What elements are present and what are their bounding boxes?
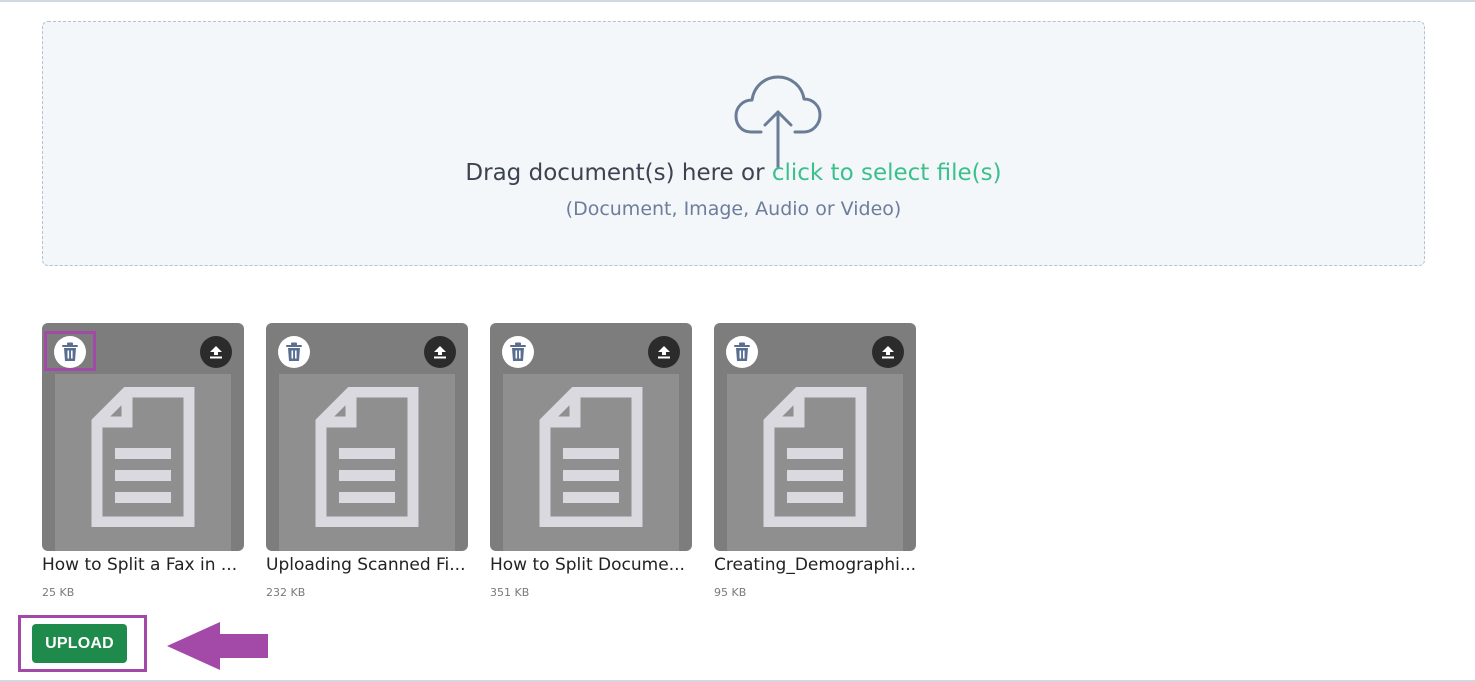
document-icon (315, 387, 419, 527)
file-card (266, 323, 468, 551)
document-icon (539, 387, 643, 527)
delete-file-button[interactable] (502, 336, 534, 368)
upload-arrow-icon (882, 346, 894, 359)
select-files-link[interactable]: click to select file(s) (772, 160, 1002, 186)
pointer-arrow-icon (167, 622, 268, 670)
delete-file-button[interactable] (278, 336, 310, 368)
file-thumbnail (727, 374, 903, 551)
document-icon (763, 387, 867, 527)
dropzone-prompt: Drag document(s) here or click to select… (43, 160, 1424, 186)
file-name: Uploading Scanned Fi... (266, 555, 466, 575)
file-card (490, 323, 692, 551)
file-thumbnail (503, 374, 679, 551)
cloud-upload-icon (734, 75, 822, 169)
upload-arrow-icon (658, 346, 670, 359)
upload-arrow-icon (434, 346, 446, 359)
trash-icon (286, 342, 302, 361)
file-name: How to Split Docume... (490, 555, 685, 575)
file-thumbnail (279, 374, 455, 551)
dropzone-prompt-text: Drag document(s) here or (465, 160, 772, 186)
file-size: 25 KB (42, 586, 75, 599)
file-name: Creating_Demographi... (714, 555, 917, 575)
document-icon (91, 387, 195, 527)
upload-file-button[interactable] (200, 336, 232, 368)
dropzone[interactable]: Drag document(s) here or click to select… (42, 21, 1425, 266)
file-thumbnail (55, 374, 231, 551)
file-size: 232 KB (266, 586, 306, 599)
trash-icon (510, 342, 526, 361)
upload-file-button[interactable] (872, 336, 904, 368)
file-size: 351 KB (490, 586, 530, 599)
dropzone-subtitle: (Document, Image, Audio or Video) (565, 198, 902, 220)
upload-file-button[interactable] (424, 336, 456, 368)
trash-highlight-box (44, 331, 96, 371)
upload-file-button[interactable] (648, 336, 680, 368)
upload-button[interactable]: UPLOAD (32, 624, 127, 663)
delete-file-button[interactable] (726, 336, 758, 368)
top-divider (0, 0, 1475, 2)
file-name: How to Split a Fax in ... (42, 555, 238, 575)
file-size: 95 KB (714, 586, 747, 599)
file-card (714, 323, 916, 551)
upload-arrow-icon (210, 346, 222, 359)
trash-icon (734, 342, 750, 361)
